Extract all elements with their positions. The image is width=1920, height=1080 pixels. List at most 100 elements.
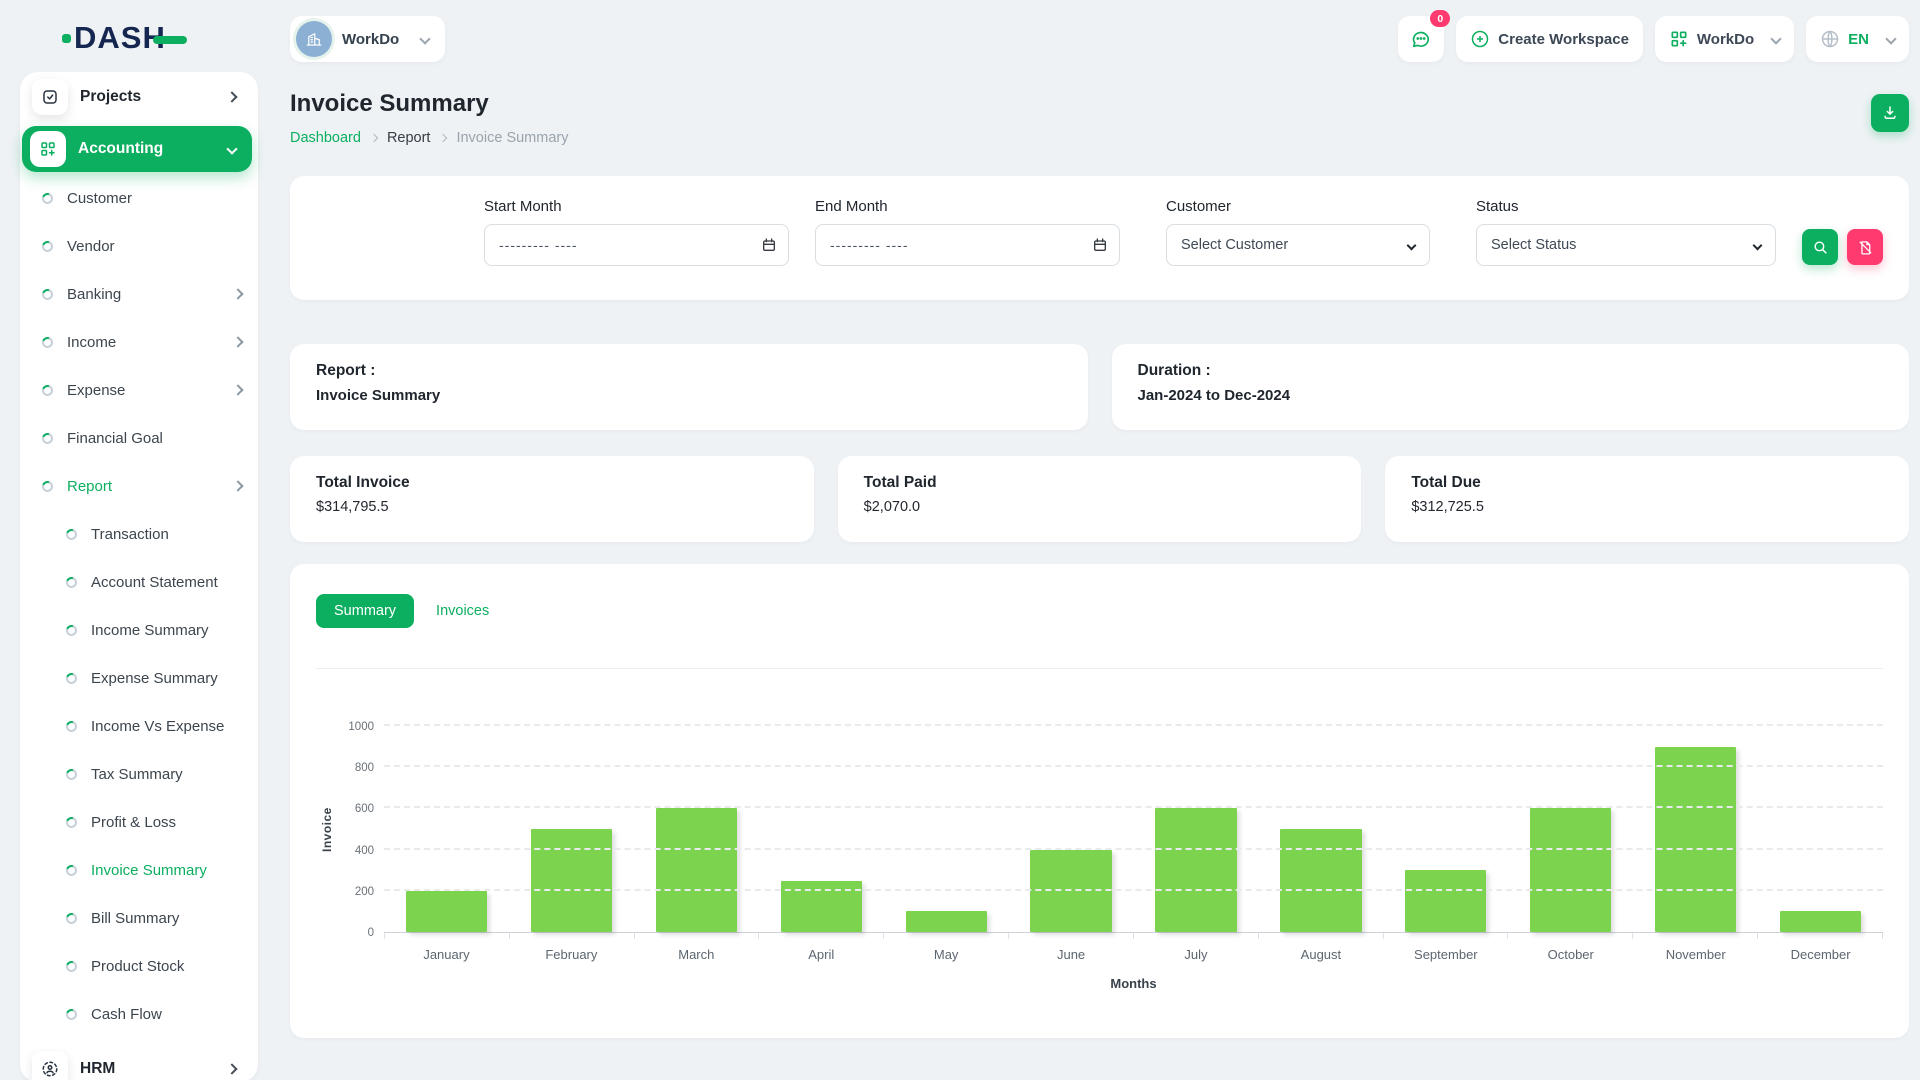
- total-invoice-card: Total Invoice$314,795.5: [290, 456, 814, 542]
- chevron-down-icon: [420, 33, 431, 44]
- sidebar-item-label: Profit & Loss: [91, 814, 176, 831]
- bar-july[interactable]: [1155, 808, 1236, 932]
- status-select[interactable]: Select Status: [1476, 224, 1776, 266]
- bar-august[interactable]: [1280, 829, 1361, 932]
- bar-february[interactable]: [531, 829, 612, 932]
- sidebar-item-hrm[interactable]: HRM: [28, 1050, 250, 1080]
- x-label-march: March: [634, 947, 759, 962]
- tab-invoices[interactable]: Invoices: [424, 594, 501, 628]
- bullet-icon: [66, 817, 77, 828]
- sidebar-item-income-summary[interactable]: Income Summary: [20, 618, 258, 642]
- bar-band-march: [634, 727, 759, 932]
- bullet-icon: [66, 961, 77, 972]
- bar-november[interactable]: [1655, 747, 1736, 932]
- logo-bar: [153, 36, 187, 44]
- bullet-icon: [42, 289, 53, 300]
- sidebar-item-income-vs-expense[interactable]: Income Vs Expense: [20, 714, 258, 738]
- duration-card-title: Duration :: [1138, 362, 1884, 380]
- y-tick-label: 200: [355, 886, 374, 898]
- sidebar-item-expense-summary[interactable]: Expense Summary: [20, 666, 258, 690]
- bar-march[interactable]: [656, 808, 737, 932]
- chart-card: Summary Invoices Invoice 020040060080010…: [290, 564, 1909, 1038]
- sidebar-item-tax-summary[interactable]: Tax Summary: [20, 762, 258, 786]
- bar-may[interactable]: [906, 911, 987, 932]
- chevron-right-icon: [232, 288, 243, 299]
- workspace-selector[interactable]: WorkDo: [290, 16, 445, 62]
- sidebar-item-profit-loss[interactable]: Profit & Loss: [20, 810, 258, 834]
- logo-text: DASH: [74, 20, 166, 56]
- breadcrumb-report[interactable]: Report: [387, 130, 431, 146]
- language-selector[interactable]: EN: [1806, 16, 1909, 62]
- create-workspace-button[interactable]: Create Workspace: [1456, 16, 1643, 62]
- sidebar-item-label: Financial Goal: [67, 430, 163, 447]
- sidebar-item-label: HRM: [80, 1060, 115, 1078]
- x-tick: [758, 933, 883, 939]
- gridline: [384, 848, 1883, 850]
- start-month-field: Start Month: [484, 198, 789, 266]
- chevron-right-icon: [232, 480, 243, 491]
- sidebar-item-label: Bill Summary: [91, 910, 179, 927]
- customer-select[interactable]: Select Customer: [1166, 224, 1430, 266]
- workspace-menu[interactable]: WorkDo: [1655, 16, 1794, 62]
- breadcrumb-dashboard[interactable]: Dashboard: [290, 130, 361, 146]
- sidebar-item-label: Accounting: [78, 140, 163, 158]
- x-axis-ticks: [384, 933, 1883, 939]
- filter-fields: Start Month End Month: [484, 198, 1883, 266]
- page-title: Invoice Summary: [290, 90, 568, 118]
- sidebar-item-bill-summary[interactable]: Bill Summary: [20, 906, 258, 930]
- start-month-input[interactable]: [484, 224, 789, 266]
- sidebar-item-vendor[interactable]: Vendor: [20, 234, 258, 258]
- dash-logo[interactable]: DASH: [20, 14, 262, 62]
- sidebar-item-cash-flow[interactable]: Cash Flow: [20, 1002, 258, 1026]
- bar-december[interactable]: [1780, 911, 1861, 932]
- chevron-right-icon: [232, 384, 243, 395]
- page-header: Invoice Summary DashboardReportInvoice S…: [290, 90, 1909, 146]
- sidebar-item-income[interactable]: Income: [20, 330, 258, 354]
- sidebar-item-accounting[interactable]: Accounting: [22, 126, 252, 172]
- sidebar-item-projects[interactable]: Projects: [28, 78, 250, 116]
- topbar-actions: 0 Create Workspace WorkDo EN: [1398, 16, 1909, 62]
- gridline: [384, 724, 1883, 726]
- tab-summary[interactable]: Summary: [316, 594, 414, 628]
- total-due-value: $312,725.5: [1411, 499, 1883, 515]
- x-label-april: April: [759, 947, 884, 962]
- bullet-icon: [42, 241, 53, 252]
- x-tick: [1008, 933, 1133, 939]
- workspace-menu-label: WorkDo: [1697, 31, 1754, 48]
- sidebar-item-product-stock[interactable]: Product Stock: [20, 954, 258, 978]
- bar-january[interactable]: [406, 891, 487, 932]
- sidebar-item-expense[interactable]: Expense: [20, 378, 258, 402]
- download-button[interactable]: [1871, 94, 1909, 132]
- x-tick: [1507, 933, 1632, 939]
- reset-filter-button[interactable]: [1847, 229, 1883, 265]
- total-paid-value: $2,070.0: [864, 499, 1336, 515]
- x-label-july: July: [1134, 947, 1259, 962]
- x-tick: [384, 933, 509, 939]
- sidebar-item-account-statement[interactable]: Account Statement: [20, 570, 258, 594]
- bar-october[interactable]: [1530, 808, 1611, 932]
- start-month-label: Start Month: [484, 198, 789, 215]
- bar-band-july: [1134, 727, 1259, 932]
- sidebar-item-transaction[interactable]: Transaction: [20, 522, 258, 546]
- x-label-october: October: [1508, 947, 1633, 962]
- end-month-input[interactable]: [815, 224, 1120, 266]
- x-label-january: January: [384, 947, 509, 962]
- messages-button[interactable]: 0: [1398, 16, 1444, 62]
- total-invoice-value: $314,795.5: [316, 499, 788, 515]
- sidebar-item-label: Expense Summary: [91, 670, 218, 687]
- bullet-icon: [66, 577, 77, 588]
- bullet-icon: [66, 769, 77, 780]
- bullet-icon: [66, 625, 77, 636]
- sidebar-item-customer[interactable]: Customer: [20, 186, 258, 210]
- bullet-icon: [66, 865, 77, 876]
- sidebar-item-banking[interactable]: Banking: [20, 282, 258, 306]
- sidebar-item-invoice-summary[interactable]: Invoice Summary: [20, 858, 258, 882]
- sidebar-item-label: Cash Flow: [91, 1006, 162, 1023]
- plot-column: JanuaryFebruaryMarchAprilMayJuneJulyAugu…: [384, 727, 1883, 991]
- sidebar-item-report[interactable]: Report: [20, 474, 258, 498]
- x-tick: [634, 933, 759, 939]
- search-button[interactable]: [1802, 229, 1838, 265]
- sidebar-item-financial-goal[interactable]: Financial Goal: [20, 426, 258, 450]
- bar-september[interactable]: [1405, 870, 1486, 932]
- sidebar-item-label: Income: [67, 334, 116, 351]
